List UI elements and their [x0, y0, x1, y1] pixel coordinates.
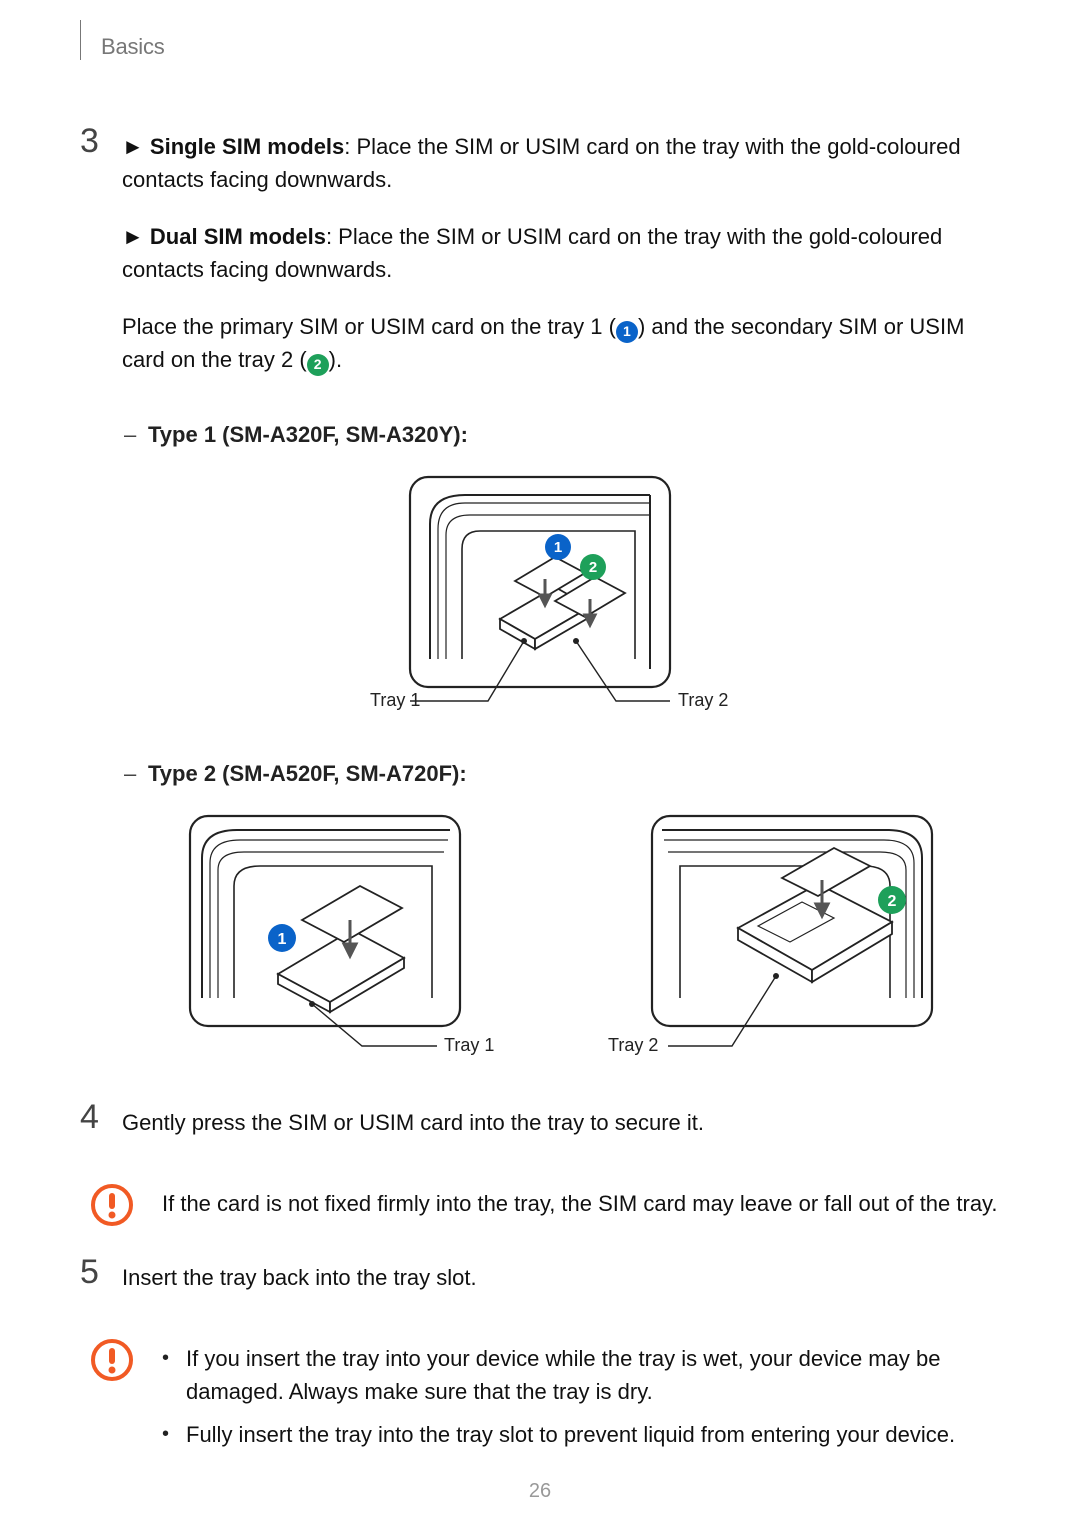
- dual-sim-label: Dual SIM models: [150, 224, 326, 249]
- section-header: Basics: [80, 20, 1000, 60]
- dash-icon: –: [124, 757, 148, 790]
- step-body: ► Single SIM models: Place the SIM or US…: [122, 120, 1000, 400]
- svg-text:1: 1: [278, 931, 287, 948]
- bullet-1: •If you insert the tray into your device…: [162, 1342, 1000, 1408]
- page-number: 26: [0, 1480, 1080, 1503]
- caution-icon: [90, 1338, 134, 1382]
- figure-type1: 1 2 Tray 1 Tray 2: [80, 469, 1000, 729]
- caution-icon: [90, 1183, 134, 1227]
- svg-text:Tray 1: Tray 1: [370, 690, 420, 710]
- svg-text:1: 1: [554, 539, 562, 556]
- type1-heading: – Type 1 (SM-A320F, SM-A320Y):: [124, 418, 1000, 451]
- dash-icon: –: [124, 418, 148, 451]
- caution-1: If the card is not fixed firmly into the…: [90, 1181, 1000, 1227]
- dual-sim-line: ► Dual SIM models: Place the SIM or USIM…: [122, 220, 1000, 286]
- badge-2-icon: 2: [307, 354, 329, 376]
- svg-text:2: 2: [589, 559, 597, 576]
- step4-text: Gently press the SIM or USIM card into t…: [122, 1106, 1000, 1139]
- caution-text: If the card is not fixed firmly into the…: [162, 1181, 1000, 1220]
- caution-2: •If you insert the tray into your device…: [90, 1336, 1000, 1461]
- bullet-icon: •: [162, 1342, 186, 1408]
- step5-text: Insert the tray back into the tray slot.: [122, 1261, 1000, 1294]
- type2-diagram-right: 2 Tray 2: [602, 808, 942, 1068]
- step-5: 5 Insert the tray back into the tray slo…: [80, 1251, 1000, 1318]
- svg-text:Tray 2: Tray 2: [678, 690, 728, 710]
- type2-label: Type 2 (SM-A520F, SM-A720F):: [148, 757, 467, 790]
- triangle-icon: ►: [122, 130, 144, 163]
- svg-text:Tray 1: Tray 1: [444, 1035, 494, 1055]
- placement-pre: Place the primary SIM or USIM card on th…: [122, 314, 616, 339]
- svg-text:2: 2: [888, 893, 897, 910]
- step-number: 4: [80, 1096, 122, 1163]
- bullet-2-text: Fully insert the tray into the tray slot…: [186, 1418, 955, 1451]
- bullet-2: •Fully insert the tray into the tray slo…: [162, 1418, 1000, 1451]
- type1-diagram: 1 2 Tray 1 Tray 2: [330, 469, 750, 729]
- step-3: 3 ► Single SIM models: Place the SIM or …: [80, 120, 1000, 400]
- single-sim-line: ► Single SIM models: Place the SIM or US…: [122, 130, 1000, 196]
- badge-1-icon: 1: [616, 321, 638, 343]
- manual-page: Basics 3 ► Single SIM models: Place the …: [0, 0, 1080, 1525]
- placement-line: Place the primary SIM or USIM card on th…: [122, 310, 1000, 376]
- svg-text:Tray 2: Tray 2: [608, 1035, 658, 1055]
- caution-bullets: •If you insert the tray into your device…: [162, 1336, 1000, 1461]
- type1-block: – Type 1 (SM-A320F, SM-A320Y):: [124, 418, 1000, 451]
- single-sim-label: Single SIM models: [150, 134, 344, 159]
- placement-post: ).: [329, 347, 342, 372]
- type2-diagram-left: 1 Tray 1: [182, 808, 522, 1068]
- triangle-icon: ►: [122, 220, 144, 253]
- step-body: Insert the tray back into the tray slot.: [122, 1251, 1000, 1318]
- figure-type2: 1 Tray 1 2 Tr: [124, 808, 1000, 1068]
- section-label: Basics: [101, 34, 165, 60]
- bullet-icon: •: [162, 1418, 186, 1451]
- step-body: Gently press the SIM or USIM card into t…: [122, 1096, 1000, 1163]
- bullet-1-text: If you insert the tray into your device …: [186, 1342, 1000, 1408]
- type2-block: – Type 2 (SM-A520F, SM-A720F):: [124, 757, 1000, 790]
- step-number: 5: [80, 1251, 122, 1318]
- step-4: 4 Gently press the SIM or USIM card into…: [80, 1096, 1000, 1163]
- type2-heading: – Type 2 (SM-A520F, SM-A720F):: [124, 757, 1000, 790]
- step-number: 3: [80, 120, 122, 400]
- type1-label: Type 1 (SM-A320F, SM-A320Y):: [148, 418, 468, 451]
